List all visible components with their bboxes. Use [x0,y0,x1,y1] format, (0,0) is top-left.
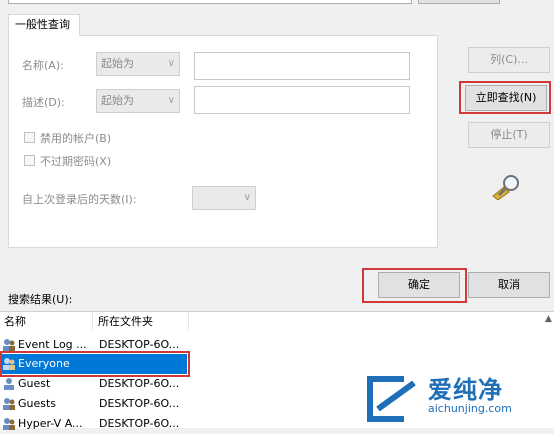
ok-button[interactable]: 确定 [378,272,460,298]
table-row[interactable]: Hyper-V A... [2,414,90,434]
non-expiring-password-checkbox[interactable] [24,155,35,166]
column-header-name[interactable]: 名称 [4,311,92,333]
top-button[interactable] [418,0,500,4]
disabled-accounts-label: 禁用的帐户(B) [40,132,112,145]
name-mode-value: 起始为 [101,57,134,70]
chevron-down-icon: ∨ [167,58,175,69]
description-mode-value: 起始为 [101,94,134,107]
description-input[interactable] [194,86,410,114]
row-folder: DESKTOP-6O... [99,397,180,410]
row-folder: DESKTOP-6O... [99,417,180,430]
stop-button[interactable]: 停止(T) [468,122,550,148]
columns-button[interactable]: 列(C)... [468,47,550,73]
description-label: 描述(D): [22,96,65,109]
search-animation-icon [490,174,524,201]
name-label: 名称(A): [22,59,64,72]
chevron-down-icon: ∨ [167,95,175,106]
cancel-button[interactable]: 取消 [468,272,550,298]
user-group-icon [2,397,16,411]
description-mode-select[interactable]: 起始为 ∨ [96,89,180,113]
column-separator[interactable] [92,313,93,331]
scroll-up-arrow-icon[interactable]: ▲ [543,314,554,326]
row-name: Guest [18,377,51,390]
chevron-down-icon: ∨ [243,192,251,203]
column-header-folder[interactable]: 所在文件夹 [98,311,188,333]
days-since-logon-select[interactable]: ∨ [192,186,256,210]
top-input-field[interactable] [8,0,412,4]
watermark-brand: 爱纯净 [428,376,503,404]
user-icon [2,377,16,391]
search-results-label: 搜索结果(U): [8,293,73,306]
name-mode-select[interactable]: 起始为 ∨ [96,52,180,76]
table-row[interactable]: Guests [2,394,90,414]
column-separator[interactable] [188,313,189,331]
watermark-logo-icon [362,375,422,426]
row-name: Event Log ... [18,338,87,351]
disabled-accounts-checkbox[interactable] [24,132,35,143]
find-now-button[interactable]: 立即查找(N) [465,85,547,111]
tab-general-query[interactable]: 一般性查询 [8,14,80,36]
watermark-url: aichunjing.com [428,402,512,415]
non-expiring-password-label: 不过期密码(X) [40,155,112,168]
row-name: Guests [18,397,57,410]
table-row[interactable]: Guest [2,374,90,394]
name-input[interactable] [194,52,410,80]
row-name: Hyper-V A... [18,417,83,430]
days-since-logon-label: 自上次登录后的天数(I): [22,193,137,206]
user-group-icon [2,338,16,352]
user-group-icon [2,417,16,431]
row-folder: DESKTOP-6O... [99,377,180,390]
